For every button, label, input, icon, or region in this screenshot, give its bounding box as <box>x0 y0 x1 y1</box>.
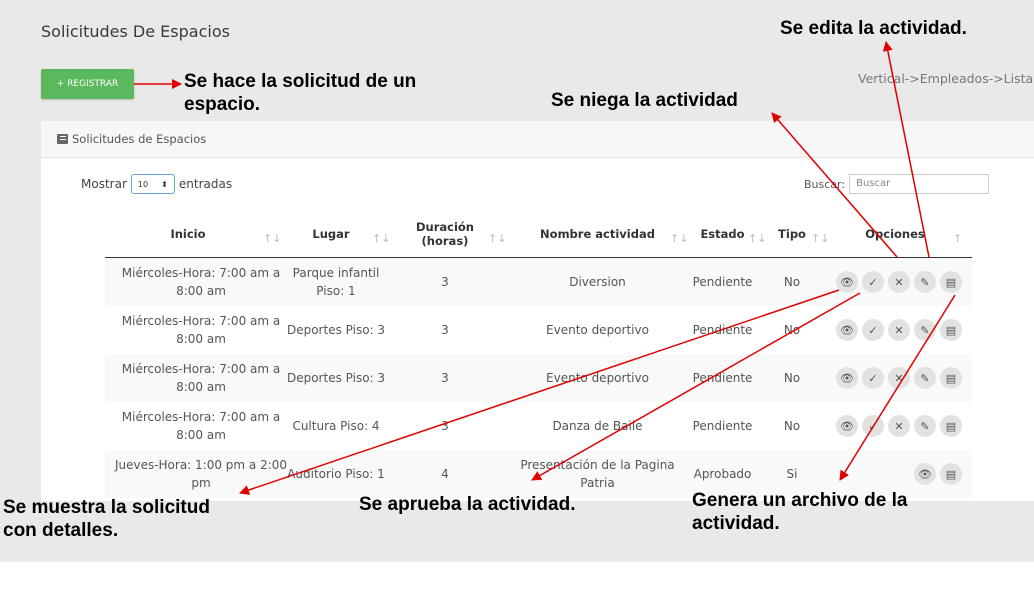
length-value: 10 <box>137 179 149 189</box>
pdf-icon[interactable]: ▤ <box>940 463 962 485</box>
eye-icon[interactable]: 👁 <box>836 271 858 293</box>
pdf-icon[interactable]: ▤ <box>940 367 962 389</box>
annotation-register: Se hace la solicitud de un espacio. <box>184 71 417 115</box>
table-row: Miércoles-Hora: 7:00 am a 8:00 am Deporte… <box>105 354 972 402</box>
cell-estado: Pendiente <box>692 275 753 289</box>
reject-icon[interactable]: ✕ <box>888 367 910 389</box>
column-inicio-label: Inicio <box>170 226 206 241</box>
search-input[interactable]: Buscar <box>849 174 990 194</box>
cell-estado: Pendiente <box>692 419 753 433</box>
reject-icon[interactable]: ✕ <box>888 319 910 341</box>
cell-nombre: Evento deportivo <box>546 323 649 337</box>
table-row: Miércoles-Hora: 7:00 am a 8:00 am Cultura… <box>105 402 972 450</box>
column-nombre[interactable]: Nombre actividad <box>510 210 685 257</box>
sort-icon[interactable]: ↑↓ <box>748 232 766 245</box>
eye-icon[interactable]: 👁 <box>836 319 858 341</box>
sort-icon[interactable]: ↑ <box>953 232 962 245</box>
cell-tipo: No <box>783 275 801 289</box>
cell-lugar: Parque infantil Piso: 1 <box>292 266 380 298</box>
register-button[interactable]: + REGISTRAR <box>41 69 134 99</box>
cell-duracion: 3 <box>441 371 449 385</box>
annotation-show: Se muestra la solicitud con detalles. <box>3 497 210 541</box>
column-tipo-label: Tipo <box>778 226 806 241</box>
cell-tipo: No <box>783 371 801 385</box>
column-lugar-label: Lugar <box>312 226 350 241</box>
pdf-icon[interactable]: ▤ <box>940 415 962 437</box>
search-label: Buscar: <box>804 177 846 191</box>
cell-lugar: Cultura Piso: 4 <box>292 419 380 433</box>
eye-icon[interactable]: 👁 <box>836 415 858 437</box>
show-label: Mostrar <box>81 177 127 191</box>
cell-inicio: Miércoles-Hora: 7:00 am a 8:00 am <box>121 410 281 442</box>
panel-title: Solicitudes de Espacios <box>57 132 206 146</box>
cell-estado: Pendiente <box>692 371 753 385</box>
check-shield-icon[interactable]: ✓ <box>862 367 884 389</box>
panel-title-label: Solicitudes de Espacios <box>72 132 207 146</box>
pencil-icon[interactable]: ✎ <box>914 367 936 389</box>
column-inicio[interactable]: Inicio <box>105 210 271 257</box>
pencil-icon[interactable]: ✎ <box>914 271 936 293</box>
column-estado-label: Estado <box>700 226 745 241</box>
cell-tipo: No <box>783 323 801 337</box>
annotation-approve: Se aprueba la actividad. <box>359 494 576 515</box>
table-row: Miércoles-Hora: 7:00 am a 8:00 am Deporte… <box>105 306 972 354</box>
page-title: Solicitudes De Espacios <box>41 22 230 41</box>
cell-inicio: Miércoles-Hora: 7:00 am a 8:00 am <box>121 362 281 394</box>
eye-icon[interactable]: 👁 <box>836 367 858 389</box>
cell-nombre: Diversion <box>569 275 626 289</box>
pdf-icon[interactable]: ▤ <box>940 319 962 341</box>
column-opciones-label: Opciones <box>865 226 925 241</box>
length-select[interactable]: 10 ⬍ <box>130 174 175 194</box>
updown-icon: ⬍ <box>161 179 168 189</box>
cell-inicio: Miércoles-Hora: 7:00 am a 8:00 am <box>121 266 281 298</box>
annotation-edit: Se edita la actividad. <box>780 18 967 39</box>
check-shield-icon[interactable]: ✓ <box>862 319 884 341</box>
list-icon <box>57 134 68 144</box>
cell-duracion: 3 <box>441 323 449 337</box>
cell-duracion: 3 <box>441 275 449 289</box>
cell-nombre: Presentación de la Pagina Patria <box>520 458 675 490</box>
pencil-icon[interactable]: ✎ <box>914 319 936 341</box>
table-row: Miércoles-Hora: 7:00 am a 8:00 am Parque … <box>105 258 972 306</box>
column-nombre-label: Nombre actividad <box>540 226 655 241</box>
cell-estado: Pendiente <box>692 323 753 337</box>
sort-icon[interactable]: ↑↓ <box>372 232 390 245</box>
column-opciones[interactable]: Opciones <box>825 210 965 257</box>
pencil-icon[interactable]: ✎ <box>914 415 936 437</box>
column-duracion[interactable]: Duración (horas) <box>400 210 490 257</box>
pdf-icon[interactable]: ▤ <box>940 271 962 293</box>
cell-lugar: Auditorio Piso: 1 <box>287 467 385 481</box>
cell-duracion: 3 <box>441 419 449 433</box>
panel-header: Solicitudes de Espacios <box>41 121 1034 158</box>
column-duracion-label: Duración (horas) <box>415 219 474 248</box>
search-control: Buscar: Buscar <box>804 174 990 194</box>
breadcrumb: Vertical->Empleados->Listado <box>858 71 1034 86</box>
cell-nombre: Danza de Baile <box>552 419 643 433</box>
cell-inicio: Miércoles-Hora: 7:00 am a 8:00 am <box>121 314 281 346</box>
cell-tipo: No <box>783 419 801 433</box>
check-shield-icon[interactable]: ✓ <box>862 271 884 293</box>
cell-lugar: Deportes Piso: 3 <box>286 323 386 337</box>
annotation-generate: Genera un archivo de la actividad. <box>692 490 908 534</box>
cell-inicio: Jueves-Hora: 1:00 pm a 2:00 pm <box>114 458 288 490</box>
cell-lugar: Deportes Piso: 3 <box>286 371 386 385</box>
reject-icon[interactable]: ✕ <box>888 415 910 437</box>
reject-icon[interactable]: ✕ <box>888 271 910 293</box>
table-header: Inicio ↑↓ Lugar ↑↓ Duración (horas) ↑↓ N… <box>105 210 972 258</box>
eye-icon[interactable]: 👁 <box>914 463 936 485</box>
cell-duracion: 4 <box>441 467 449 481</box>
cell-nombre: Evento deportivo <box>546 371 649 385</box>
annotation-deny: Se niega la actividad <box>551 90 738 111</box>
entries-label: entradas <box>178 177 233 191</box>
check-shield-icon[interactable]: ✓ <box>862 415 884 437</box>
sort-icon[interactable]: ↑↓ <box>488 232 506 245</box>
length-control: Mostrar 10 ⬍ entradas <box>81 174 232 194</box>
